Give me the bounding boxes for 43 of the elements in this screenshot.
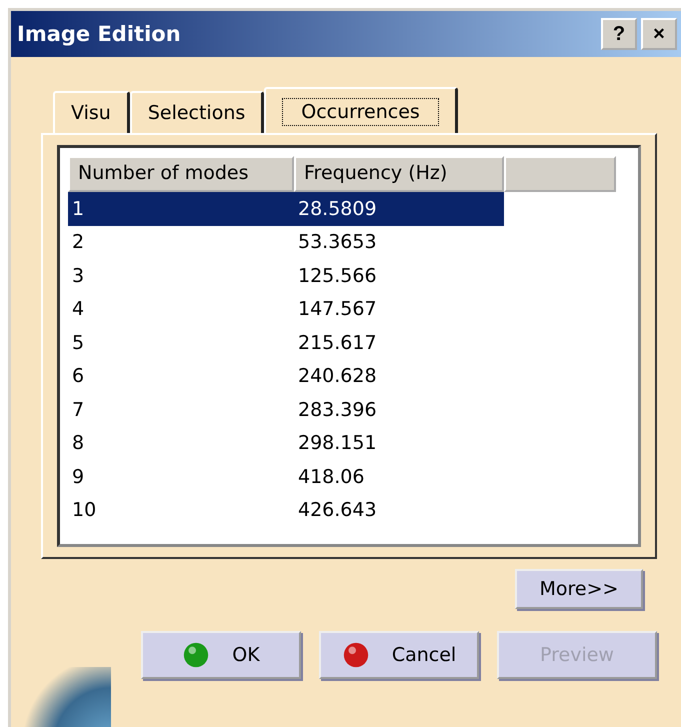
table-cell-text: 3: [71, 264, 86, 287]
table-cell-text: 240.628: [297, 365, 378, 388]
table-cell-text: 215.617: [297, 332, 378, 354]
ok-button[interactable]: OK: [141, 631, 301, 679]
table-cell-text: 1: [71, 198, 86, 220]
table-cell-text: 5: [71, 332, 86, 354]
table-row[interactable]: 9 418.06: [68, 460, 504, 494]
table-cell-text: 298.151: [297, 432, 378, 454]
table-cell-text: 426.643: [297, 499, 378, 522]
table-cell-text: 53.3653: [297, 231, 378, 254]
more-button[interactable]: More>>: [515, 569, 643, 609]
column-header[interactable]: Number of modes: [68, 156, 294, 192]
help-button[interactable]: ?: [601, 18, 637, 50]
table-row[interactable]: 7 283.396: [68, 393, 504, 426]
cancel-button[interactable]: Cancel: [319, 631, 479, 679]
close-button[interactable]: ×: [641, 18, 677, 50]
table-cell-text: 125.566: [297, 264, 378, 287]
table-cell-text: 2: [71, 231, 86, 254]
table-cell-text: 28.5809: [297, 198, 378, 220]
table-cell-text: 283.396: [297, 398, 378, 421]
ball-icon: [182, 641, 210, 669]
table-row[interactable]: 6 240.628: [68, 360, 504, 393]
table-row[interactable]: 2 53.3653: [68, 226, 504, 259]
table-cell-text: 147.567: [297, 298, 378, 320]
ball-icon: [342, 641, 370, 669]
column-header[interactable]: Frequency (Hz): [294, 156, 504, 192]
table-row[interactable]: 8 298.151: [68, 426, 504, 460]
table-cell-text: 8: [71, 432, 86, 454]
table-row[interactable]: 5 215.617: [68, 326, 504, 360]
table-cell-text: 10: [71, 499, 98, 522]
table-row[interactable]: 1 28.5809: [68, 192, 504, 226]
table-cell-text: 4: [71, 298, 86, 320]
table-row[interactable]: 10 426.643: [68, 494, 504, 527]
table-row[interactable]: 4 147.567: [68, 292, 504, 326]
window-title: Image Edition: [17, 22, 181, 46]
table-row[interactable]: 3 125.566: [68, 259, 504, 292]
table-cell-text: 9: [71, 466, 86, 488]
table-cell-text: 418.06: [297, 466, 366, 488]
tab[interactable]: Visu: [53, 91, 130, 133]
tab[interactable]: Occurrences: [264, 87, 458, 135]
table-cell-text: 7: [71, 398, 86, 421]
table-cell-text: 6: [71, 365, 86, 388]
tab[interactable]: Selections: [130, 91, 264, 133]
